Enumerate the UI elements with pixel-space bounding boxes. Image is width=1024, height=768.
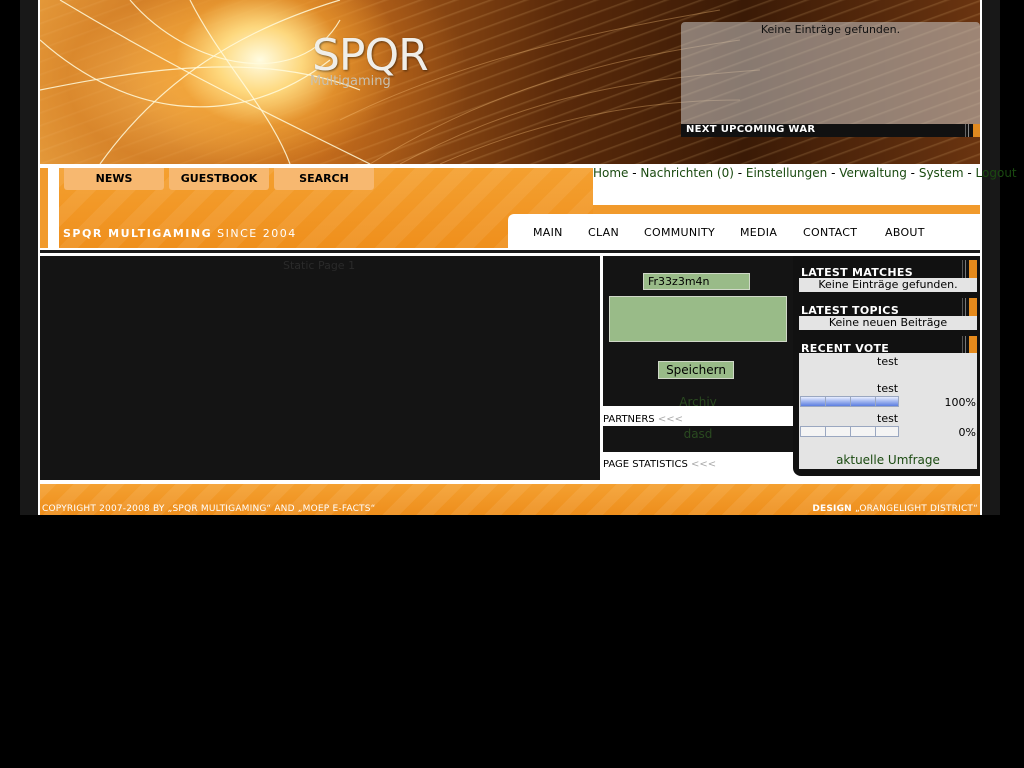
bar-stripe-accent: [973, 124, 980, 137]
menu-item-clan[interactable]: CLAN: [588, 226, 619, 239]
upcoming-war-panel: Keine Einträge gefunden.: [681, 22, 980, 124]
user-link-admin[interactable]: Verwaltung: [839, 166, 907, 180]
vote-bar-tick: [875, 427, 876, 436]
current-poll-link[interactable]: aktuelle Umfrage: [799, 453, 977, 467]
site-logo-subtitle: Multigaming: [310, 74, 391, 89]
shoutbox-message-input[interactable]: [609, 296, 787, 342]
footer-design-value: „ORANGELIGHT DISTRICT“: [851, 504, 978, 514]
shoutbox-name-input[interactable]: Fr33z3m4n: [643, 273, 750, 290]
since-suffix: SINCE 2004: [212, 227, 297, 240]
user-link-logout[interactable]: Logout: [976, 166, 1017, 180]
footer-design-credit: DESIGN „ORANGELIGHT DISTRICT“: [812, 504, 978, 514]
nav-button-news[interactable]: NEWS: [64, 168, 164, 190]
nav-button-guestbook[interactable]: GUESTBOOK: [169, 168, 269, 190]
vote-result-percent: 0%: [958, 426, 976, 439]
vote-bar-tick: [825, 397, 826, 406]
footer-design-label: DESIGN: [812, 504, 852, 514]
vote-bar-tick: [875, 397, 876, 406]
vote-result-bar: [800, 396, 899, 407]
nav-side-strip: [40, 168, 48, 248]
menu-item-community[interactable]: COMMUNITY: [644, 226, 715, 239]
header-divider: [40, 250, 980, 253]
user-menu-bar: Home - Nachrichten (0) - Einstellungen -…: [593, 166, 1017, 180]
latest-topics-body: Keine neuen Beiträge: [799, 316, 977, 330]
user-link-settings[interactable]: Einstellungen: [746, 166, 827, 180]
upcoming-war-empty-text: Keine Einträge gefunden.: [760, 23, 901, 36]
page-statistics-arrows: <<<: [691, 459, 717, 470]
user-link-system[interactable]: System: [919, 166, 964, 180]
menu-item-contact[interactable]: CONTACT: [803, 226, 857, 239]
main-content-area: [40, 256, 600, 480]
partners-heading-text: PARTNERS: [603, 414, 655, 425]
page-statistics-heading: PAGE STATISTICS <<<: [603, 459, 716, 470]
since-brand: SPQR MULTIGAMING: [63, 227, 213, 240]
partners-heading: PARTNERS <<<: [603, 414, 683, 425]
recent-vote-header: RECENT VOTE: [799, 336, 977, 355]
shoutbox-archive-link[interactable]: Archiv: [603, 395, 793, 409]
user-link-messages[interactable]: Nachrichten (0): [640, 166, 734, 180]
static-page-title: Static Page 1: [283, 259, 356, 272]
vote-question: test: [877, 355, 899, 368]
header-stripe: [962, 298, 963, 316]
latest-matches-header: LATEST MATCHES: [799, 260, 977, 279]
header-stripe-accent: [969, 260, 977, 278]
recent-vote-panel: [799, 353, 977, 469]
user-link-separator: -: [906, 166, 919, 180]
latest-matches-empty-text: Keine Einträge gefunden.: [818, 278, 958, 291]
upcoming-war-bar: NEXT UPCOMING WAR: [681, 124, 980, 137]
upcoming-war-label: NEXT UPCOMING WAR: [686, 124, 816, 135]
header-stripe: [965, 336, 966, 354]
user-link-separator: -: [628, 166, 641, 180]
footer-copyright: COPYRIGHT 2007-2008 BY „SPQR MULTIGAMING…: [42, 504, 376, 514]
header-stripe: [962, 260, 963, 278]
nav-button-search[interactable]: SEARCH: [274, 168, 374, 190]
user-link-separator: -: [733, 166, 746, 180]
userbar-accent-bar: [593, 205, 980, 214]
page-statistics-heading-text: PAGE STATISTICS: [603, 459, 688, 470]
shoutbox-save-button[interactable]: Speichern: [658, 361, 734, 379]
vote-bar-tick: [850, 397, 851, 406]
since-tagline: SPQR MULTIGAMING SINCE 2004: [63, 227, 297, 240]
header-stripe-accent: [969, 298, 977, 316]
vote-option-label: test: [877, 412, 899, 425]
bar-stripe-divider: [968, 124, 969, 137]
header-stripe: [962, 336, 963, 354]
vote-option-label: test: [877, 382, 899, 395]
latest-matches-body: Keine Einträge gefunden.: [799, 278, 977, 292]
partner-link[interactable]: dasd: [603, 427, 793, 441]
user-link-separator: -: [827, 166, 840, 180]
menu-item-media[interactable]: MEDIA: [740, 226, 777, 239]
bar-stripe-divider: [965, 124, 966, 137]
user-link-home[interactable]: Home: [593, 166, 628, 180]
user-link-separator: -: [963, 166, 976, 180]
latest-topics-header: LATEST TOPICS: [799, 298, 977, 317]
vote-result-percent: 100%: [944, 396, 976, 409]
latest-topics-empty-text: Keine neuen Beiträge: [828, 316, 948, 329]
header-stripe: [965, 260, 966, 278]
vote-bar-tick: [825, 427, 826, 436]
menu-item-main[interactable]: MAIN: [533, 226, 563, 239]
menu-item-about[interactable]: ABOUT: [885, 226, 925, 239]
vote-result-bar: [800, 426, 899, 437]
header-stripe-accent: [969, 336, 977, 354]
vote-bar-tick: [850, 427, 851, 436]
header-stripe: [965, 298, 966, 316]
partners-arrows: <<<: [657, 414, 683, 425]
